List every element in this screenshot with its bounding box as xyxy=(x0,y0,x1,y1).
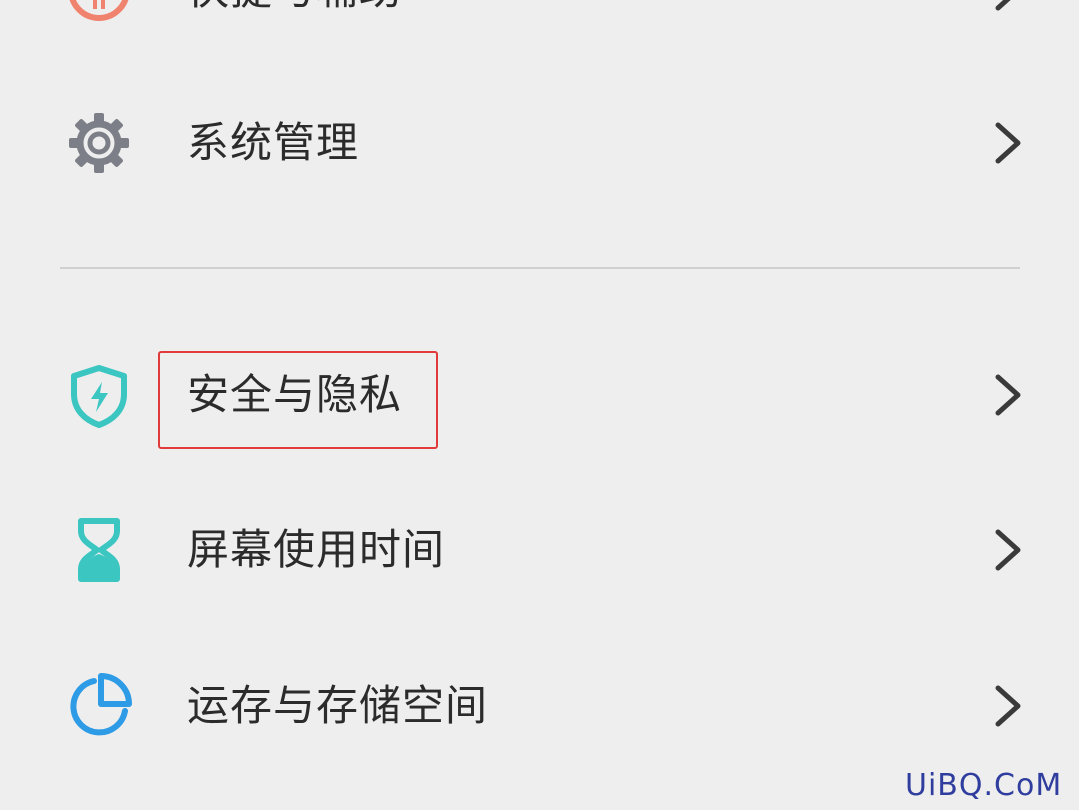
settings-list: 快捷与辅助 xyxy=(0,0,1079,810)
settings-item-label: 系统管理 xyxy=(187,118,360,167)
highlight-annotation-box xyxy=(158,351,438,449)
settings-item-shortcuts[interactable]: 快捷与辅助 xyxy=(0,0,1079,50)
shield-bolt-icon xyxy=(64,360,134,430)
pie-chart-icon xyxy=(64,671,134,741)
settings-item-storage[interactable]: 运存与存储空间 xyxy=(0,646,1079,766)
chevron-right-icon xyxy=(988,373,1028,417)
shortcut-icon xyxy=(64,0,134,25)
settings-item-screen-time[interactable]: 屏幕使用时间 xyxy=(0,490,1079,610)
hourglass-icon xyxy=(64,515,134,585)
chevron-right-icon xyxy=(988,684,1028,728)
chevron-right-icon xyxy=(988,0,1028,12)
settings-item-label: 屏幕使用时间 xyxy=(187,525,446,574)
settings-item-label: 快捷与辅助 xyxy=(187,0,402,50)
section-divider xyxy=(60,267,1020,269)
settings-item-system[interactable]: 系统管理 xyxy=(0,83,1079,203)
gear-icon xyxy=(64,108,134,178)
chevron-right-icon xyxy=(988,121,1028,165)
chevron-right-icon xyxy=(988,528,1028,572)
settings-item-label: 运存与存储空间 xyxy=(187,681,489,730)
watermark: UiBQ.CoM xyxy=(905,768,1063,803)
